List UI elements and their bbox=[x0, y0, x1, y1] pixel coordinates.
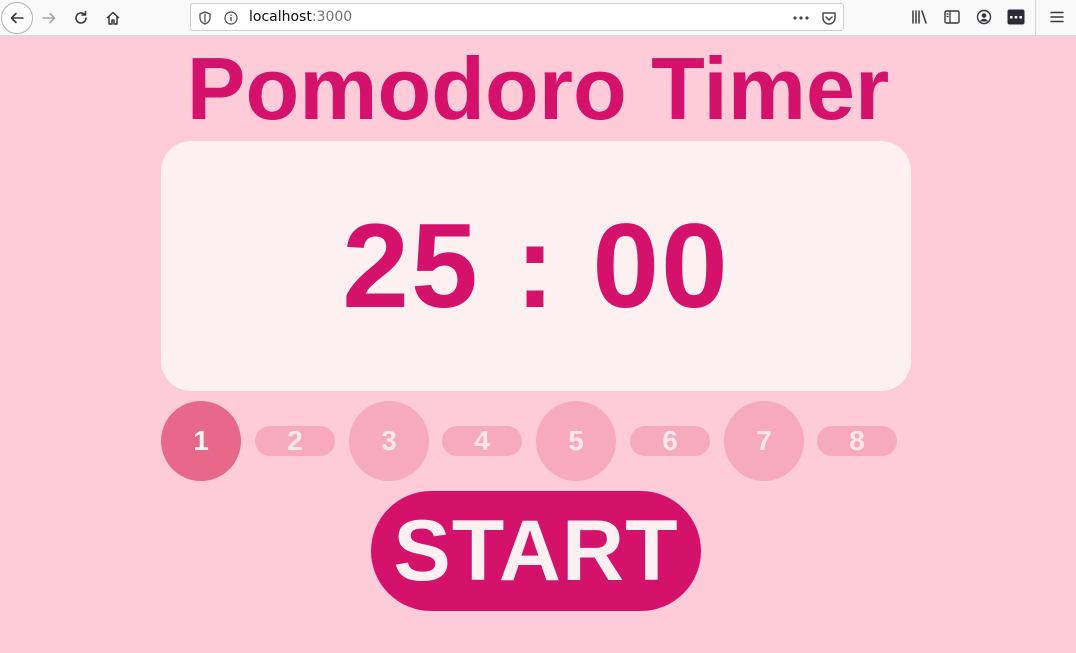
timer-card: 25 : 00 bbox=[161, 141, 911, 391]
session-indicator-2: 2 bbox=[255, 425, 335, 456]
sidebar-icon bbox=[944, 10, 960, 24]
arrow-right-icon bbox=[42, 12, 56, 24]
library-button[interactable] bbox=[909, 6, 931, 28]
extension-icon bbox=[1007, 9, 1025, 25]
toolbar-separator bbox=[1035, 0, 1036, 36]
menu-button[interactable] bbox=[1046, 6, 1068, 28]
account-icon bbox=[976, 9, 992, 25]
reload-button[interactable] bbox=[66, 3, 96, 33]
pocket-icon[interactable] bbox=[819, 9, 839, 27]
arrow-left-icon bbox=[10, 12, 24, 24]
url-host: localhost bbox=[249, 9, 312, 25]
page-actions-icon[interactable] bbox=[791, 9, 811, 27]
extension-button[interactable] bbox=[1005, 6, 1027, 28]
back-button[interactable] bbox=[1, 2, 33, 34]
forward-button[interactable] bbox=[34, 3, 64, 33]
reload-icon bbox=[75, 10, 87, 24]
browser-toolbar: localhost:3000 bbox=[0, 0, 1076, 36]
session-indicator-3: 3 bbox=[349, 401, 429, 481]
session-indicator-4: 4 bbox=[442, 425, 522, 456]
page-title: Pomodoro Timer bbox=[186, 39, 890, 138]
info-icon[interactable] bbox=[223, 10, 239, 26]
url-text[interactable]: localhost:3000 bbox=[249, 9, 352, 25]
url-bar[interactable]: localhost:3000 bbox=[190, 3, 844, 31]
sidebar-button[interactable] bbox=[941, 6, 963, 28]
session-indicator-8: 8 bbox=[817, 425, 897, 456]
session-indicators: 12345678 bbox=[161, 401, 897, 481]
session-indicator-1: 1 bbox=[161, 401, 241, 481]
home-button[interactable] bbox=[98, 3, 128, 33]
session-indicator-6: 6 bbox=[630, 425, 710, 456]
session-indicator-7: 7 bbox=[724, 401, 804, 481]
hamburger-icon bbox=[1050, 11, 1064, 23]
account-button[interactable] bbox=[973, 6, 995, 28]
start-button[interactable]: START bbox=[371, 491, 701, 611]
session-indicator-5: 5 bbox=[536, 401, 616, 481]
timer-display: 25 : 00 bbox=[342, 199, 730, 333]
home-icon bbox=[106, 11, 120, 25]
library-icon bbox=[912, 10, 927, 24]
shield-icon[interactable] bbox=[197, 10, 213, 26]
url-port: :3000 bbox=[311, 9, 353, 25]
